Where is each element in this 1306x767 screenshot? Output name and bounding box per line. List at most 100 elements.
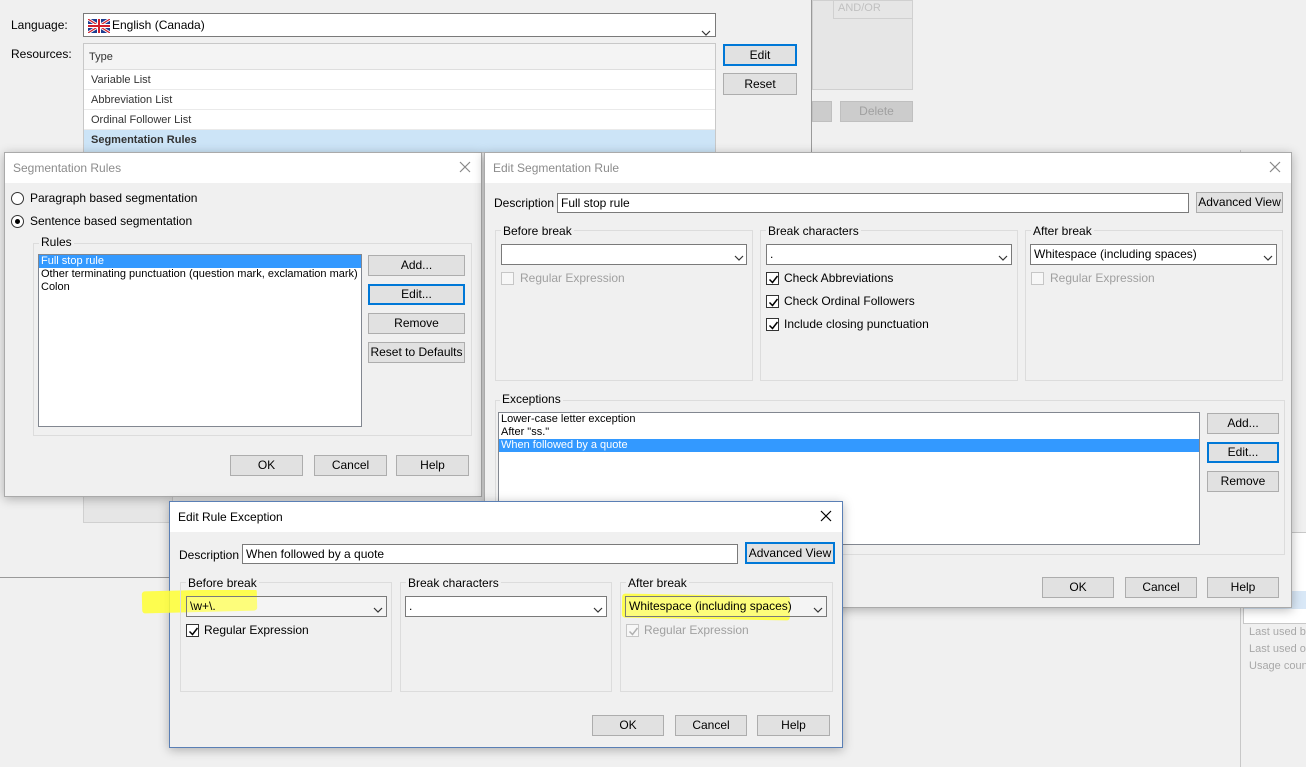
before-break-select[interactable]: \w+\.	[186, 596, 387, 617]
close-icon[interactable]	[818, 508, 834, 524]
chevron-down-icon	[998, 251, 1008, 265]
segmentation-rules-dialog: Segmentation Rules Paragraph based segme…	[4, 152, 482, 497]
sentence-radio[interactable]	[11, 215, 24, 228]
list-item[interactable]: Lower-case letter exception	[499, 413, 1199, 426]
after-break-label: After break	[626, 576, 689, 590]
before-break-label: Before break	[501, 224, 574, 238]
language-select[interactable]: English (Canada)	[83, 13, 716, 37]
before-regex-checkbox[interactable]	[186, 624, 199, 637]
cancel-button[interactable]: Cancel	[1125, 577, 1197, 598]
break-characters-select[interactable]: .	[766, 244, 1012, 265]
help-button[interactable]: Help	[1207, 577, 1279, 598]
right-list-item: Last used by	[1249, 626, 1306, 638]
check-abbreviations-checkbox[interactable]	[766, 272, 779, 285]
resources-header[interactable]: Type	[84, 44, 715, 70]
before-regex-checkbox[interactable]	[501, 272, 514, 285]
resource-row[interactable]: Abbreviation List	[84, 90, 715, 110]
background-panel	[83, 495, 173, 523]
before-break-select[interactable]	[501, 244, 747, 265]
chevron-down-icon	[373, 603, 383, 617]
resources-label: Resources:	[11, 47, 72, 61]
resource-row-selected[interactable]: Segmentation Rules	[84, 130, 715, 152]
cancel-button[interactable]: Cancel	[314, 455, 387, 476]
edit-rule-exception-dialog: Edit Rule Exception Description When fol…	[141, 501, 843, 748]
break-characters-label: Break characters	[406, 576, 501, 590]
list-item[interactable]: Other terminating punctuation (question …	[39, 268, 361, 281]
reset-defaults-button[interactable]: Reset to Defaults	[368, 342, 465, 363]
description-field[interactable]: When followed by a quote	[242, 544, 738, 564]
background-button	[812, 101, 832, 122]
andor-panel: AND/OR	[812, 0, 913, 90]
chevron-down-icon	[701, 22, 711, 36]
list-item[interactable]: When followed by a quote	[499, 439, 1199, 452]
list-item[interactable]: Full stop rule	[39, 255, 361, 268]
advanced-view-button[interactable]: Advanced View	[745, 542, 835, 564]
dialog-title: Edit Rule Exception	[178, 510, 283, 524]
after-regex-label: Regular Expression	[644, 623, 749, 637]
description-label: Description	[494, 196, 555, 210]
after-break-select[interactable]: Whitespace (including spaces)	[625, 596, 827, 617]
language-value: English (Canada)	[112, 18, 205, 32]
paragraph-label: Paragraph based segmentation	[30, 191, 198, 205]
after-regex-label: Regular Expression	[1050, 271, 1155, 285]
rules-group-label: Rules	[39, 235, 74, 249]
ok-button[interactable]: OK	[1042, 577, 1114, 598]
delete-button: Delete	[840, 101, 913, 122]
advanced-view-button[interactable]: Advanced View	[1196, 192, 1283, 213]
description-field[interactable]: Full stop rule	[557, 193, 1189, 213]
dialog-title: Edit Segmentation Rule	[493, 161, 620, 175]
title-bar: Edit Rule Exception	[170, 502, 842, 532]
chevron-down-icon	[734, 251, 744, 265]
include-closing-label: Include closing punctuation	[784, 317, 929, 331]
remove-exception-button[interactable]: Remove	[1207, 471, 1279, 492]
before-regex-label: Regular Expression	[204, 623, 309, 637]
language-label: Language:	[11, 18, 68, 32]
before-break-label: Before break	[186, 576, 259, 590]
edit-rule-button[interactable]: Edit...	[368, 284, 465, 305]
include-closing-checkbox[interactable]	[766, 318, 779, 331]
right-list-item: Last used on	[1249, 643, 1306, 655]
list-item[interactable]: Colon	[39, 281, 361, 294]
after-break-label: After break	[1031, 224, 1094, 238]
dialog-title: Segmentation Rules	[13, 161, 122, 175]
paragraph-radio[interactable]	[11, 192, 24, 205]
cancel-button[interactable]: Cancel	[675, 715, 747, 736]
resource-row[interactable]: Ordinal Follower List	[84, 110, 715, 130]
remove-rule-button[interactable]: Remove	[368, 313, 465, 334]
help-button[interactable]: Help	[396, 455, 469, 476]
resources-list[interactable]: Type Variable List Abbreviation List Ord…	[83, 43, 716, 153]
resource-edit-button[interactable]: Edit	[723, 44, 797, 66]
chevron-down-icon	[813, 603, 823, 617]
after-regex-checkbox[interactable]	[626, 624, 639, 637]
rules-list[interactable]: Full stop rule Other terminating punctua…	[38, 254, 362, 427]
description-label: Description	[179, 548, 240, 562]
break-characters-select[interactable]: .	[405, 596, 607, 617]
chevron-down-icon	[1263, 251, 1273, 265]
chevron-down-icon	[593, 603, 603, 617]
help-button[interactable]: Help	[757, 715, 830, 736]
sentence-label: Sentence based segmentation	[30, 214, 193, 228]
after-regex-checkbox[interactable]	[1031, 272, 1044, 285]
right-list-item: Usage count	[1249, 660, 1306, 672]
exceptions-label: Exceptions	[500, 392, 563, 406]
add-rule-button[interactable]: Add...	[368, 255, 465, 276]
after-break-select[interactable]: Whitespace (including spaces)	[1030, 244, 1277, 265]
check-ordinal-label: Check Ordinal Followers	[784, 294, 915, 308]
title-bar: Segmentation Rules	[5, 153, 481, 183]
check-ordinal-checkbox[interactable]	[766, 295, 779, 308]
andor-header: AND/OR	[833, 1, 913, 19]
ok-button[interactable]: OK	[592, 715, 664, 736]
close-icon[interactable]	[1267, 159, 1283, 175]
resource-row[interactable]: Variable List	[84, 70, 715, 90]
canada-flag-icon	[87, 17, 111, 35]
title-bar: Edit Segmentation Rule	[485, 153, 1291, 183]
check-abbreviations-label: Check Abbreviations	[784, 271, 894, 285]
close-icon[interactable]	[457, 159, 473, 175]
ok-button[interactable]: OK	[230, 455, 303, 476]
resource-reset-button[interactable]: Reset	[723, 73, 797, 95]
list-item[interactable]: After "ss."	[499, 426, 1199, 439]
add-exception-button[interactable]: Add...	[1207, 413, 1279, 434]
edit-exception-button[interactable]: Edit...	[1207, 442, 1279, 463]
before-regex-label: Regular Expression	[520, 271, 625, 285]
break-characters-label: Break characters	[766, 224, 861, 238]
